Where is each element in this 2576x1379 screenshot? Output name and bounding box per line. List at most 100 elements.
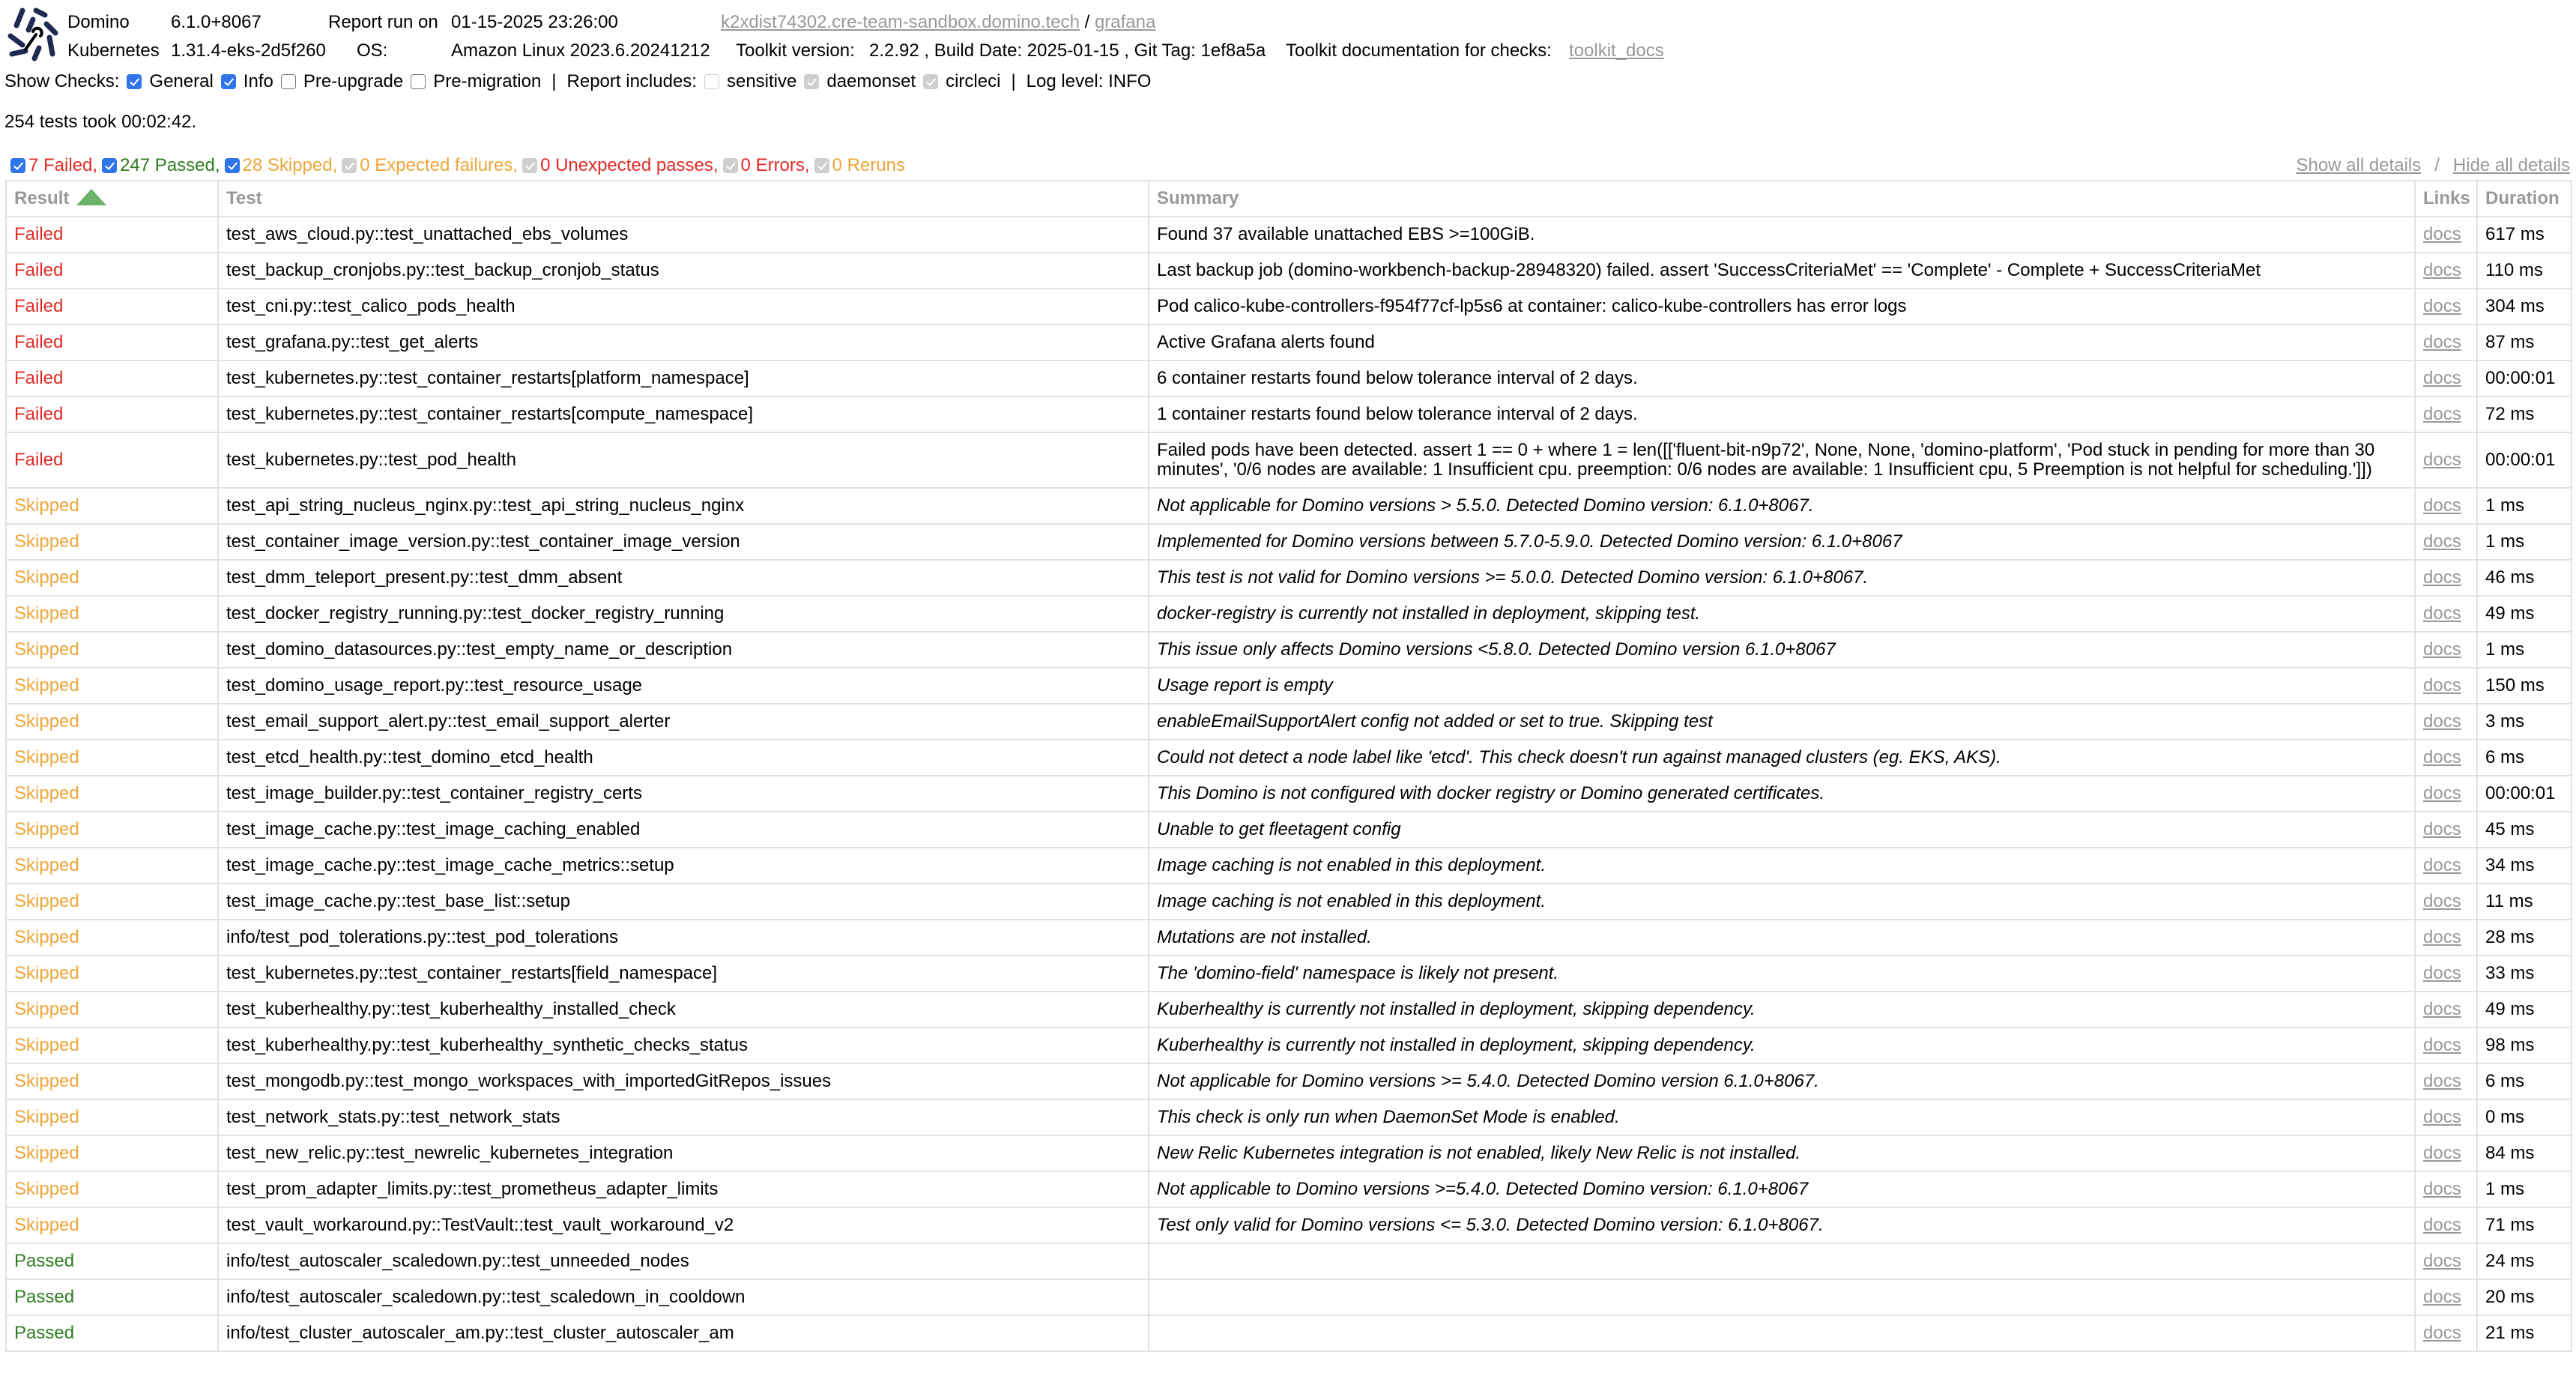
host-link[interactable]: k2xdist74302.cre-team-sandbox.domino.tec…	[721, 12, 1080, 32]
checkbox-info[interactable]	[220, 74, 236, 89]
docs-link[interactable]: docs	[2423, 603, 2461, 624]
table-row[interactable]: Skipped test_vault_workaround.py::TestVau…	[5, 1207, 2572, 1244]
table-row[interactable]: Skipped test_domino_usage_report.py::test…	[5, 667, 2572, 704]
column-header-result[interactable]: Result	[5, 180, 219, 217]
test-name-cell: test_grafana.py::test_get_alerts	[217, 324, 1149, 361]
checkbox-general[interactable]	[127, 74, 142, 89]
table-row[interactable]: Failed test_kubernetes.py::test_container…	[5, 360, 2572, 397]
filter-checkbox-failed[interactable]	[10, 158, 25, 173]
docs-link[interactable]: docs	[2423, 783, 2461, 803]
grafana-link[interactable]: grafana	[1095, 12, 1155, 32]
table-row[interactable]: Failed test_grafana.py::test_get_alerts Ac…	[5, 324, 2572, 361]
docs-link[interactable]: docs	[2423, 711, 2461, 731]
docs-link[interactable]: docs	[2423, 404, 2461, 424]
docs-link[interactable]: docs	[2423, 819, 2461, 839]
table-row[interactable]: Skipped test_mongodb.py::test_mongo_works…	[5, 1063, 2572, 1100]
summary-cell: This check is only run when DaemonSet Mo…	[1148, 1099, 2416, 1136]
docs-link[interactable]: docs	[2423, 495, 2461, 516]
table-row[interactable]: Skipped test_kuberhealthy.py::test_kuberh…	[5, 991, 2572, 1028]
docs-link[interactable]: docs	[2423, 531, 2461, 552]
test-name-cell: info/test_cluster_autoscaler_am.py::test…	[217, 1315, 1149, 1352]
docs-link[interactable]: docs	[2423, 927, 2461, 947]
docs-link[interactable]: docs	[2423, 1287, 2461, 1307]
docs-link[interactable]: docs	[2423, 224, 2461, 244]
docs-link[interactable]: docs	[2423, 639, 2461, 660]
links-cell: docs	[2414, 955, 2478, 992]
table-row[interactable]: Passed info/test_autoscaler_scaledown.py:…	[5, 1279, 2572, 1316]
table-row[interactable]: Failed test_cni.py::test_calico_pods_heal…	[5, 288, 2572, 325]
checkbox-circleci	[923, 74, 939, 89]
table-row[interactable]: Skipped test_container_image_version.py::…	[5, 523, 2572, 561]
column-header-test[interactable]: Test	[217, 180, 1149, 217]
table-row[interactable]: Passed info/test_cluster_autoscaler_am.py…	[5, 1315, 2572, 1352]
table-row[interactable]: Skipped info/test_pod_tolerations.py::tes…	[5, 919, 2572, 956]
docs-link[interactable]: docs	[2423, 1179, 2461, 1199]
test-name-cell: test_etcd_health.py::test_domino_etcd_he…	[217, 739, 1149, 776]
table-row[interactable]: Skipped test_network_stats.py::test_netwo…	[5, 1099, 2572, 1136]
table-row[interactable]: Skipped test_docker_registry_running.py::…	[5, 595, 2572, 633]
checkbox-pre-upgrade[interactable]	[280, 74, 296, 89]
summary-cell: Failed pods have been detected. assert 1…	[1148, 432, 2416, 489]
result-cell: Skipped	[5, 667, 219, 704]
docs-link[interactable]: docs	[2423, 1323, 2461, 1343]
include-label-sensitive: sensitive	[726, 71, 797, 91]
table-row[interactable]: Skipped test_prom_adapter_limits.py::test…	[5, 1171, 2572, 1208]
docs-link[interactable]: docs	[2423, 1143, 2461, 1163]
table-row[interactable]: Skipped test_image_builder.py::test_conta…	[5, 775, 2572, 812]
docs-link[interactable]: docs	[2423, 296, 2461, 316]
docs-link[interactable]: docs	[2423, 450, 2461, 470]
duration-cell: 00:00:01	[2476, 360, 2572, 397]
docs-link[interactable]: docs	[2423, 260, 2461, 280]
test-name-cell: test_api_string_nucleus_nginx.py::test_a…	[217, 487, 1149, 525]
table-row[interactable]: Skipped test_image_cache.py::test_image_c…	[5, 847, 2572, 884]
docs-link[interactable]: docs	[2423, 332, 2461, 352]
column-header-duration[interactable]: Duration	[2476, 180, 2572, 217]
table-row[interactable]: Skipped test_new_relic.py::test_newrelic_…	[5, 1135, 2572, 1172]
docs-link[interactable]: docs	[2423, 1251, 2461, 1271]
docs-link[interactable]: docs	[2423, 891, 2461, 911]
column-header-summary[interactable]: Summary	[1148, 180, 2416, 217]
separator: |	[551, 71, 557, 91]
table-row[interactable]: Skipped test_email_support_alert.py::test…	[5, 703, 2572, 740]
table-row[interactable]: Skipped test_kuberhealthy.py::test_kuberh…	[5, 1027, 2572, 1064]
show-all-details-link[interactable]: Show all details	[2296, 155, 2421, 175]
docs-link[interactable]: docs	[2423, 963, 2461, 983]
docs-link[interactable]: docs	[2423, 999, 2461, 1019]
docs-link[interactable]: docs	[2423, 1107, 2461, 1127]
table-row[interactable]: Skipped test_image_cache.py::test_base_li…	[5, 883, 2572, 920]
toolkit-version-value: 2.2.92 , Build Date: 2025-01-15 , Git Ta…	[869, 40, 1266, 61]
duration-cell: 72 ms	[2476, 396, 2572, 433]
table-row[interactable]: Skipped test_etcd_health.py::test_domino_…	[5, 739, 2572, 776]
docs-link[interactable]: docs	[2423, 855, 2461, 875]
table-row[interactable]: Skipped test_kubernetes.py::test_containe…	[5, 955, 2572, 992]
table-row[interactable]: Failed test_kubernetes.py::test_pod_healt…	[5, 432, 2572, 489]
docs-link[interactable]: docs	[2423, 1215, 2461, 1235]
filter-checkbox-skipped[interactable]	[224, 158, 240, 173]
filter-label-passed: 247 Passed,	[120, 155, 220, 175]
docs-link[interactable]: docs	[2423, 675, 2461, 695]
table-row[interactable]: Skipped test_api_string_nucleus_nginx.py:…	[5, 487, 2572, 525]
toolkit-docs-link[interactable]: toolkit_docs	[1569, 40, 1664, 61]
test-name-cell: test_kubernetes.py::test_container_resta…	[217, 955, 1149, 992]
table-row[interactable]: Skipped test_dmm_teleport_present.py::tes…	[5, 559, 2572, 597]
table-row[interactable]: Failed test_kubernetes.py::test_container…	[5, 396, 2572, 433]
filter-checkbox-passed[interactable]	[102, 158, 118, 173]
test-name-cell: test_image_cache.py::test_image_cache_me…	[217, 847, 1149, 884]
summary-cell: Usage report is empty	[1148, 667, 2416, 704]
checkbox-pre-migration[interactable]	[411, 74, 426, 89]
table-row[interactable]: Failed test_backup_cronjobs.py::test_back…	[5, 252, 2572, 289]
hide-all-details-link[interactable]: Hide all details	[2453, 155, 2570, 175]
filter-label-skipped: 28 Skipped,	[242, 155, 338, 175]
docs-link[interactable]: docs	[2423, 368, 2461, 388]
table-row[interactable]: Skipped test_image_cache.py::test_image_c…	[5, 811, 2572, 848]
docs-link[interactable]: docs	[2423, 1071, 2461, 1091]
docs-link[interactable]: docs	[2423, 747, 2461, 767]
table-row[interactable]: Skipped test_domino_datasources.py::test_…	[5, 631, 2572, 669]
table-row[interactable]: Passed info/test_autoscaler_scaledown.py:…	[5, 1243, 2572, 1280]
duration-cell: 11 ms	[2476, 883, 2572, 920]
docs-link[interactable]: docs	[2423, 567, 2461, 588]
result-cell: Skipped	[5, 1063, 219, 1100]
test-name-cell: test_docker_registry_running.py::test_do…	[217, 595, 1149, 633]
docs-link[interactable]: docs	[2423, 1035, 2461, 1055]
table-row[interactable]: Failed test_aws_cloud.py::test_unattached…	[5, 216, 2572, 253]
